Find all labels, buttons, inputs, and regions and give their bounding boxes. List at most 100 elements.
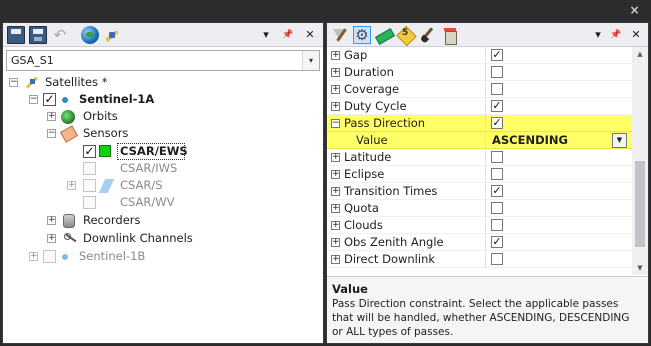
- expand-icon[interactable]: +: [331, 153, 340, 162]
- save-icon[interactable]: [7, 26, 25, 44]
- scroll-up-icon[interactable]: ▲: [632, 47, 648, 61]
- expand-icon[interactable]: +: [331, 221, 340, 230]
- expand-icon[interactable]: +: [29, 252, 38, 261]
- satellite-tree-pane: ↶ ▾ 📌 ✕ GSA_S1 ▾ − Satellites * − ✓ Sent…: [2, 22, 324, 344]
- scenario-select[interactable]: GSA_S1 ▾: [6, 50, 320, 71]
- tree-node-sentinel-1b[interactable]: + Sentinel-1B: [3, 248, 303, 265]
- filter-edit-icon[interactable]: [331, 26, 349, 44]
- csar-iws-checkbox[interactable]: [83, 162, 96, 175]
- collapse-icon[interactable]: −: [331, 119, 340, 128]
- property-row-coverage[interactable]: + Coverage: [327, 81, 632, 98]
- undo-icon[interactable]: ↶: [51, 26, 69, 44]
- sensor-color-swatch: [99, 145, 111, 157]
- ruler-icon[interactable]: [375, 26, 393, 44]
- collapse-icon[interactable]: −: [9, 78, 18, 87]
- property-row-transition-times[interactable]: + Transition Times ✓: [327, 183, 632, 200]
- expand-icon[interactable]: +: [331, 51, 340, 60]
- priority-tag-icon[interactable]: [397, 26, 415, 44]
- property-checkbox[interactable]: ✓: [491, 117, 503, 129]
- property-row-pass-direction-value[interactable]: Value ASCENDING ▼: [327, 132, 632, 149]
- property-checkbox[interactable]: [491, 168, 503, 180]
- property-name: Transition Times: [344, 184, 438, 198]
- property-checkbox[interactable]: ✓: [491, 236, 503, 248]
- expand-icon[interactable]: +: [67, 181, 76, 190]
- tree-node-csar-iws[interactable]: CSAR/IWS: [3, 160, 303, 177]
- expand-icon[interactable]: +: [331, 170, 340, 179]
- property-row-latitude[interactable]: + Latitude: [327, 149, 632, 166]
- tree-node-csar-ews[interactable]: ✓ CSAR/EWS: [3, 143, 303, 160]
- expand-icon[interactable]: +: [331, 204, 340, 213]
- property-checkbox[interactable]: [491, 219, 503, 231]
- pin-icon[interactable]: 📌: [281, 26, 295, 44]
- chevron-down-icon[interactable]: ▾: [302, 51, 319, 70]
- scroll-thumb[interactable]: [635, 161, 645, 247]
- property-name: Latitude: [344, 150, 392, 164]
- collapse-icon[interactable]: −: [47, 129, 56, 138]
- expand-icon[interactable]: +: [47, 216, 56, 225]
- sentinel-1b-checkbox[interactable]: [43, 250, 56, 263]
- property-row-clouds[interactable]: + Clouds: [327, 217, 632, 234]
- pane-menu-dropdown[interactable]: ▾: [591, 26, 605, 44]
- property-row-gap[interactable]: + Gap ✓: [327, 47, 632, 64]
- tree-label: Sensors: [83, 126, 129, 140]
- expand-icon[interactable]: +: [331, 85, 340, 94]
- property-checkbox[interactable]: [491, 151, 503, 163]
- tree-node-csar-wv[interactable]: CSAR/WV: [3, 194, 303, 211]
- brush-icon[interactable]: [419, 26, 437, 44]
- pane-menu-dropdown[interactable]: ▾: [259, 26, 273, 44]
- satellite-dot-icon: [62, 254, 68, 260]
- property-checkbox[interactable]: ✓: [491, 185, 503, 197]
- csar-s-checkbox[interactable]: [83, 179, 96, 192]
- chevron-down-icon[interactable]: ▼: [612, 133, 627, 148]
- tree-label: Recorders: [83, 213, 141, 227]
- pin-icon[interactable]: 📌: [609, 26, 623, 44]
- tree-node-sentinel-1a[interactable]: − ✓ Sentinel-1A: [3, 91, 303, 108]
- expand-icon[interactable]: +: [331, 187, 340, 196]
- csar-ews-checkbox[interactable]: ✓: [83, 145, 96, 158]
- csar-wv-checkbox[interactable]: [83, 196, 96, 209]
- sensor-shape-icon: [98, 179, 115, 193]
- window-close-button[interactable]: ×: [628, 4, 641, 17]
- tree-node-sensors[interactable]: − Sensors: [3, 125, 303, 142]
- delete-icon[interactable]: [441, 26, 459, 45]
- save-all-icon[interactable]: [29, 26, 47, 44]
- tree-node-orbits[interactable]: + Orbits: [3, 108, 303, 125]
- property-checkbox[interactable]: [491, 202, 503, 214]
- property-checkbox[interactable]: [491, 83, 503, 95]
- close-pane-icon[interactable]: ✕: [303, 26, 317, 44]
- expand-icon[interactable]: +: [47, 234, 56, 243]
- close-pane-icon[interactable]: ✕: [629, 26, 643, 44]
- expand-icon[interactable]: +: [331, 102, 340, 111]
- gear-icon[interactable]: [353, 26, 371, 44]
- property-checkbox[interactable]: [491, 66, 503, 78]
- scenario-select-value: GSA_S1: [11, 54, 54, 67]
- property-row-quota[interactable]: + Quota: [327, 200, 632, 217]
- tree-node-satellites[interactable]: − Satellites *: [3, 74, 303, 91]
- property-checkbox[interactable]: [491, 253, 503, 265]
- satellite-dot-icon: [62, 97, 68, 103]
- column-divider: [485, 64, 486, 81]
- property-checkbox[interactable]: ✓: [491, 100, 503, 112]
- property-row-obs-zenith-angle[interactable]: + Obs Zenith Angle ✓: [327, 234, 632, 251]
- property-row-pass-direction[interactable]: − Pass Direction ✓: [327, 115, 632, 132]
- tree-node-recorders[interactable]: + Recorders: [3, 212, 303, 229]
- property-row-eclipse[interactable]: + Eclipse: [327, 166, 632, 183]
- expand-icon[interactable]: +: [331, 255, 340, 264]
- expand-icon[interactable]: +: [331, 68, 340, 77]
- pass-direction-value[interactable]: ASCENDING: [492, 133, 568, 147]
- tree-label: Orbits: [83, 109, 118, 123]
- scroll-down-icon[interactable]: ▼: [632, 261, 648, 275]
- collapse-icon[interactable]: −: [29, 95, 38, 104]
- expand-icon[interactable]: +: [331, 238, 340, 247]
- property-row-duty-cycle[interactable]: + Duty Cycle ✓: [327, 98, 632, 115]
- tree-node-csar-s[interactable]: + CSAR/S: [3, 177, 303, 194]
- sentinel-1a-checkbox[interactable]: ✓: [43, 93, 56, 106]
- tree-node-downlink-channels[interactable]: + Downlink Channels: [3, 230, 303, 247]
- property-grid-scrollbar[interactable]: ▲ ▼: [632, 47, 648, 275]
- property-checkbox[interactable]: ✓: [491, 49, 503, 61]
- property-row-direct-downlink[interactable]: + Direct Downlink: [327, 251, 632, 268]
- globe-icon[interactable]: [81, 26, 99, 44]
- satellite-tool-icon[interactable]: [103, 26, 121, 44]
- expand-icon[interactable]: +: [47, 112, 56, 121]
- property-row-duration[interactable]: + Duration: [327, 64, 632, 81]
